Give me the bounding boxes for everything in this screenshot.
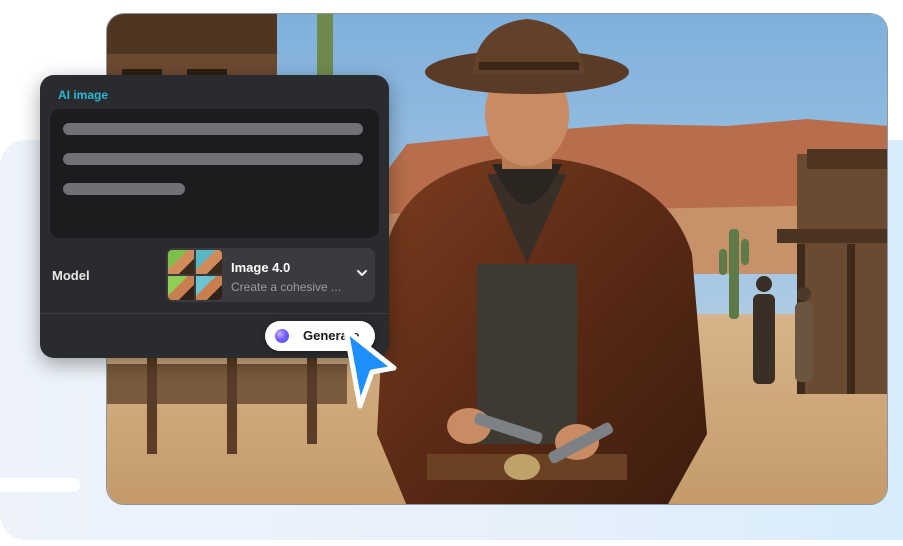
model-select[interactable]: Image 4.0 Create a cohesive ... — [166, 248, 375, 302]
panel-divider — [40, 313, 389, 314]
model-description: Create a cohesive ... — [231, 280, 342, 294]
pointer-cursor-icon — [343, 327, 397, 409]
ai-image-panel: AI image Model Image 4.0 Create a cohesi… — [40, 75, 389, 358]
model-thumbnail — [168, 250, 222, 300]
sparkle-orb-icon — [275, 329, 289, 343]
background-stroke — [0, 478, 80, 492]
prompt-input[interactable] — [50, 109, 379, 238]
model-label: Model — [52, 268, 90, 283]
chevron-down-icon[interactable] — [353, 264, 371, 282]
prompt-placeholder-line — [63, 123, 363, 135]
model-name: Image 4.0 — [231, 260, 291, 275]
prompt-placeholder-line — [63, 153, 363, 165]
panel-title: AI image — [58, 88, 109, 102]
prompt-placeholder-line — [63, 183, 185, 195]
